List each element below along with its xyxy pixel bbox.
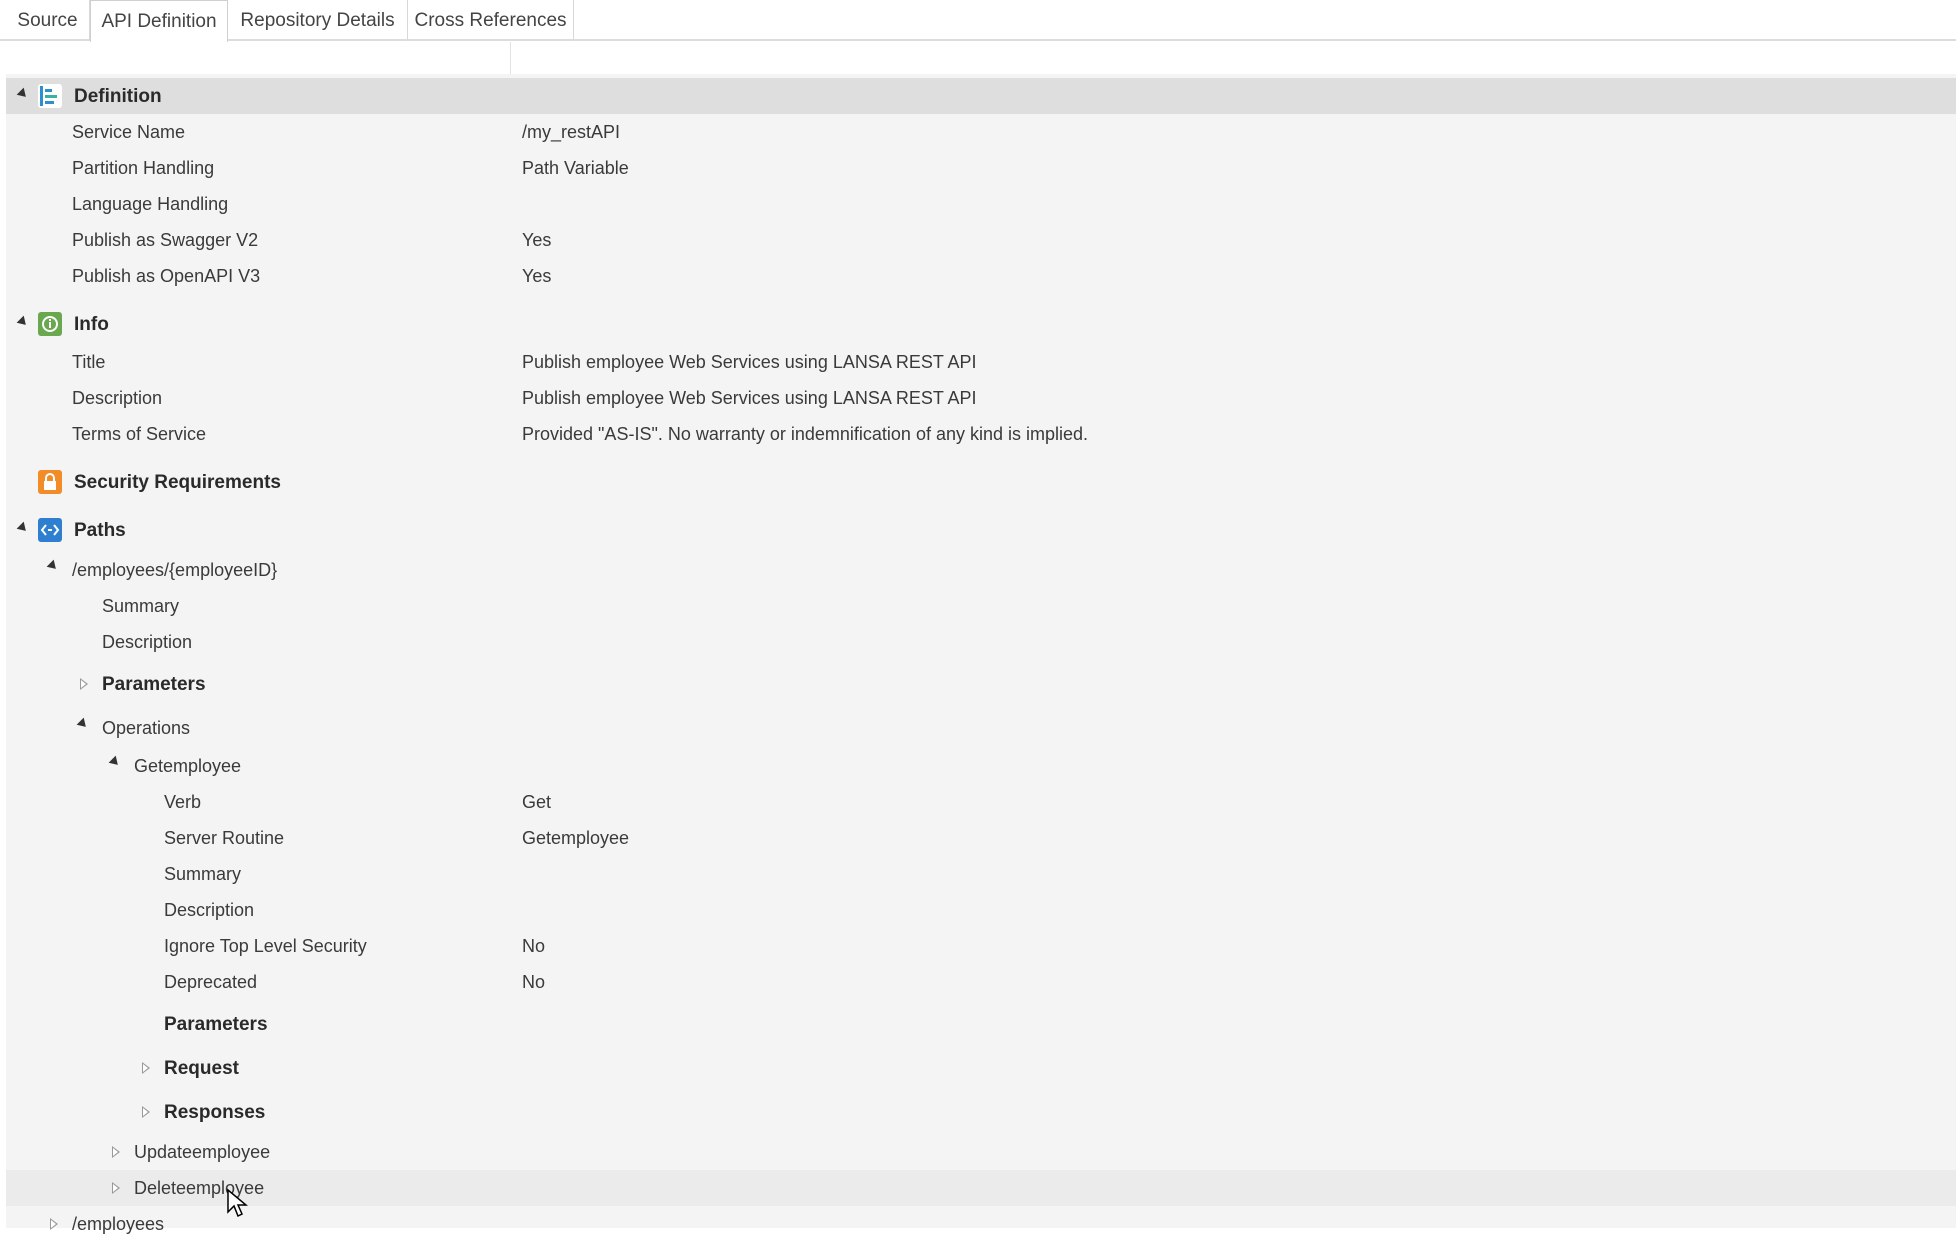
node-label: Operations — [102, 718, 191, 738]
section-title: Paths — [74, 520, 126, 541]
property-row[interactable]: Description Publish employee Web Service… — [6, 380, 1956, 416]
tree-node-deleteemployee[interactable]: Deleteemployee — [6, 1170, 1956, 1206]
section-title: Definition — [74, 86, 162, 107]
property-row[interactable]: Description — [6, 892, 1956, 928]
tree-node-operation-parameters[interactable]: Parameters — [6, 1004, 1956, 1044]
property-label: Description — [102, 632, 193, 652]
tree-node-path[interactable]: /employees — [6, 1206, 1956, 1242]
property-row[interactable]: Publish as OpenAPI V3 Yes — [6, 258, 1956, 294]
property-tree: Definition Service Name /my_restAPI Part… — [6, 74, 1956, 1234]
property-label: Title — [72, 352, 106, 372]
code-brackets-icon — [38, 518, 62, 542]
expand-arrow-icon[interactable] — [50, 1218, 58, 1230]
property-row[interactable]: Publish as Swagger V2 Yes — [6, 222, 1956, 258]
operation-label: Getemployee — [134, 756, 242, 776]
node-label: Request — [164, 1058, 239, 1079]
collapse-arrow-icon[interactable] — [16, 315, 30, 329]
expand-arrow-icon[interactable] — [80, 678, 88, 690]
tab-label: Cross References — [414, 9, 567, 31]
property-row[interactable]: Verb Get — [6, 784, 1956, 820]
tree-node-info[interactable]: Info — [6, 304, 1956, 344]
property-row[interactable]: Summary — [6, 856, 1956, 892]
section-title: Security Requirements — [74, 472, 281, 493]
property-row[interactable]: Summary — [6, 588, 1956, 624]
property-row[interactable]: Title Publish employee Web Services usin… — [6, 344, 1956, 380]
tab-repository-details[interactable]: Repository Details — [228, 0, 408, 41]
expand-arrow-icon[interactable] — [112, 1146, 120, 1158]
property-value[interactable]: Yes — [522, 266, 551, 287]
property-label: Terms of Service — [72, 424, 207, 444]
mouse-cursor-icon — [227, 1188, 248, 1218]
node-label: Responses — [164, 1102, 266, 1123]
node-label: Parameters — [164, 1014, 268, 1035]
property-row[interactable]: Terms of Service Provided "AS-IS". No wa… — [6, 416, 1956, 452]
column-header-row — [6, 42, 1956, 74]
property-label: Description — [164, 900, 255, 920]
property-value[interactable]: /my_restAPI — [522, 122, 620, 143]
tree-node-updateemployee[interactable]: Updateemployee — [6, 1134, 1956, 1170]
path-label: /employees — [72, 1214, 165, 1234]
definition-icon — [38, 84, 62, 108]
property-value[interactable]: Get — [522, 792, 551, 813]
property-value[interactable]: Publish employee Web Services using LANS… — [522, 388, 977, 409]
property-row[interactable]: Server Routine Getemployee — [6, 820, 1956, 856]
property-label: Verb — [164, 792, 202, 812]
tab-cross-references[interactable]: Cross References — [408, 0, 574, 41]
property-label: Deprecated — [164, 972, 258, 992]
property-label: Ignore Top Level Security — [164, 936, 367, 956]
property-label: Publish as OpenAPI V3 — [72, 266, 261, 286]
property-value[interactable]: Publish employee Web Services using LANS… — [522, 352, 977, 373]
property-label: Service Name — [72, 122, 186, 142]
tab-label: API Definition — [101, 11, 217, 32]
tab-source[interactable]: Source — [6, 0, 90, 41]
property-label: Partition Handling — [72, 158, 215, 178]
collapse-arrow-icon[interactable] — [76, 717, 90, 731]
property-label: Summary — [102, 596, 180, 616]
collapse-arrow-icon[interactable] — [108, 755, 122, 769]
property-value[interactable]: Path Variable — [522, 158, 629, 179]
lock-icon — [38, 470, 62, 494]
tree-node-parameters[interactable]: Parameters — [6, 664, 1956, 704]
property-label: Language Handling — [72, 194, 229, 214]
property-value[interactable]: Getemployee — [522, 828, 629, 849]
property-label: Publish as Swagger V2 — [72, 230, 259, 250]
property-row[interactable]: Partition Handling Path Variable — [6, 150, 1956, 186]
tree-node-getemployee[interactable]: Getemployee — [6, 748, 1956, 784]
tree-node-security-requirements[interactable]: Security Requirements — [6, 460, 1956, 504]
tab-bar: Source API Definition Repository Details… — [0, 0, 1956, 43]
property-label: Description — [72, 388, 163, 408]
collapse-arrow-icon[interactable] — [46, 559, 60, 573]
property-value[interactable]: No — [522, 936, 545, 957]
operation-label: Updateemployee — [134, 1142, 271, 1162]
tree-node-definition[interactable]: Definition — [6, 78, 1956, 114]
tab-api-definition[interactable]: API Definition — [90, 0, 228, 43]
tree-node-path[interactable]: /employees/{employeeID} — [6, 552, 1956, 588]
property-row[interactable]: Description — [6, 624, 1956, 660]
property-value[interactable]: No — [522, 972, 545, 993]
property-value[interactable]: Yes — [522, 230, 551, 251]
info-icon — [38, 312, 62, 336]
expand-arrow-icon[interactable] — [142, 1062, 150, 1074]
path-label: /employees/{employeeID} — [72, 560, 278, 580]
expand-arrow-icon[interactable] — [112, 1182, 120, 1194]
section-title: Info — [74, 314, 109, 335]
property-value[interactable]: Provided "AS-IS". No warranty or indemni… — [522, 424, 1088, 445]
tree-node-request[interactable]: Request — [6, 1048, 1956, 1088]
property-row[interactable]: Deprecated No — [6, 964, 1956, 1000]
property-label: Server Routine — [164, 828, 285, 848]
node-label: Parameters — [102, 674, 206, 695]
property-label: Summary — [164, 864, 242, 884]
tree-node-operations[interactable]: Operations — [6, 708, 1956, 748]
expand-arrow-icon[interactable] — [142, 1106, 150, 1118]
property-row[interactable]: Ignore Top Level Security No — [6, 928, 1956, 964]
tab-label: Source — [17, 9, 78, 31]
collapse-arrow-icon[interactable] — [16, 521, 30, 535]
collapse-arrow-icon[interactable] — [16, 87, 30, 101]
tree-node-responses[interactable]: Responses — [6, 1092, 1956, 1132]
column-divider[interactable] — [510, 42, 511, 74]
property-row[interactable]: Service Name /my_restAPI — [6, 114, 1956, 150]
tab-label: Repository Details — [240, 9, 395, 31]
tree-node-paths[interactable]: Paths — [6, 508, 1956, 552]
property-row[interactable]: Language Handling — [6, 186, 1956, 222]
